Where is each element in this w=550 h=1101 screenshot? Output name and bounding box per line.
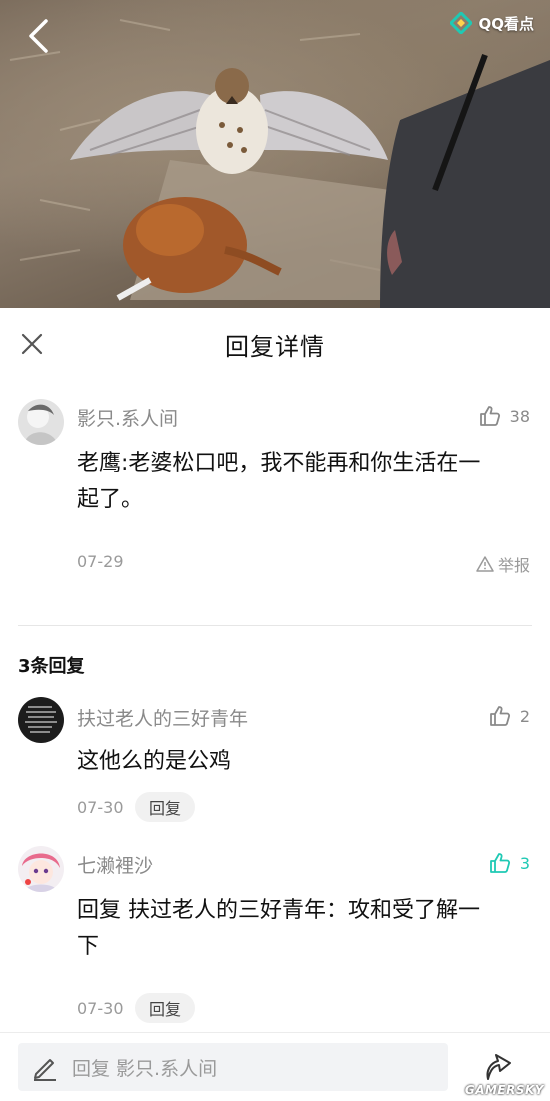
reply-text: 回复 扶过老人的三好青年：攻和受了解一 下 [77, 893, 480, 965]
back-arrow-icon [29, 19, 48, 53]
bottom-bar: 回复 影只.系人间 GAMERSKY [0, 1032, 550, 1101]
like-count: 38 [509, 406, 530, 426]
thumbs-up-icon [489, 853, 510, 873]
like-button[interactable]: 2 [488, 704, 530, 728]
reply-button[interactable]: 回复 [135, 993, 195, 1023]
warning-icon [476, 556, 494, 572]
like-count: 3 [519, 853, 530, 873]
reply-button[interactable]: 回复 [135, 792, 195, 822]
watermark: GAMERSKY [464, 1083, 544, 1097]
reply-username[interactable]: 扶过老人的三好青年 [77, 704, 248, 731]
reply-text-line: 这他么的是公鸡 [77, 749, 232, 774]
report-button[interactable]: 举报 [476, 552, 530, 576]
page-title: 回复详情 [225, 332, 325, 361]
report-label: 举报 [497, 556, 530, 575]
like-button-active[interactable]: 3 [488, 851, 530, 875]
reply-username[interactable]: 七濑裡沙 [77, 851, 153, 878]
comment-username[interactable]: 影只.系人间 [77, 404, 178, 431]
reply-date: 07-30 [77, 798, 124, 817]
pencil-icon [34, 1059, 56, 1081]
panel-header: 回复详情 [0, 308, 550, 380]
close-button[interactable] [16, 328, 48, 360]
avatar[interactable] [18, 399, 64, 445]
avatar-image [18, 846, 64, 892]
reply-input[interactable]: 回复 影只.系人间 [18, 1043, 448, 1091]
reply-text: 这他么的是公鸡 [77, 744, 231, 780]
reply-text-line: 回复 扶过老人的三好青年：攻和受了解一 [77, 898, 480, 923]
avatar-image [18, 399, 64, 445]
reply-input-placeholder: 回复 影只.系人间 [72, 1057, 218, 1080]
reply-date: 07-30 [77, 999, 124, 1018]
reply-text-line: 下 [77, 934, 100, 959]
comment-text-line: 老鹰:老婆松口吧，我不能再和你生活在一 [77, 451, 481, 476]
comment-text-line: 起了。 [77, 487, 144, 512]
avatar-image [18, 697, 64, 743]
qq-kandian-brand: QQ看点 [450, 12, 534, 34]
thumbs-up-icon [489, 706, 510, 726]
like-count: 2 [519, 706, 530, 726]
avatar[interactable] [18, 697, 64, 743]
comment-date: 07-29 [77, 552, 124, 571]
video-player[interactable]: QQ看点 [0, 0, 550, 308]
close-icon [21, 333, 43, 355]
comment-text: 老鹰:老婆松口吧，我不能再和你生活在一 起了。 [77, 446, 480, 518]
thumbs-up-icon [479, 406, 500, 426]
video-frame-image [9, 19, 550, 308]
divider [18, 625, 532, 626]
qq-kandian-logo-icon [450, 12, 473, 34]
brand-label: QQ看点 [478, 14, 534, 33]
replies-count-title: 3条回复 [18, 656, 85, 677]
like-button[interactable]: 38 [478, 404, 530, 428]
back-button[interactable] [18, 14, 58, 58]
avatar[interactable] [18, 846, 64, 892]
